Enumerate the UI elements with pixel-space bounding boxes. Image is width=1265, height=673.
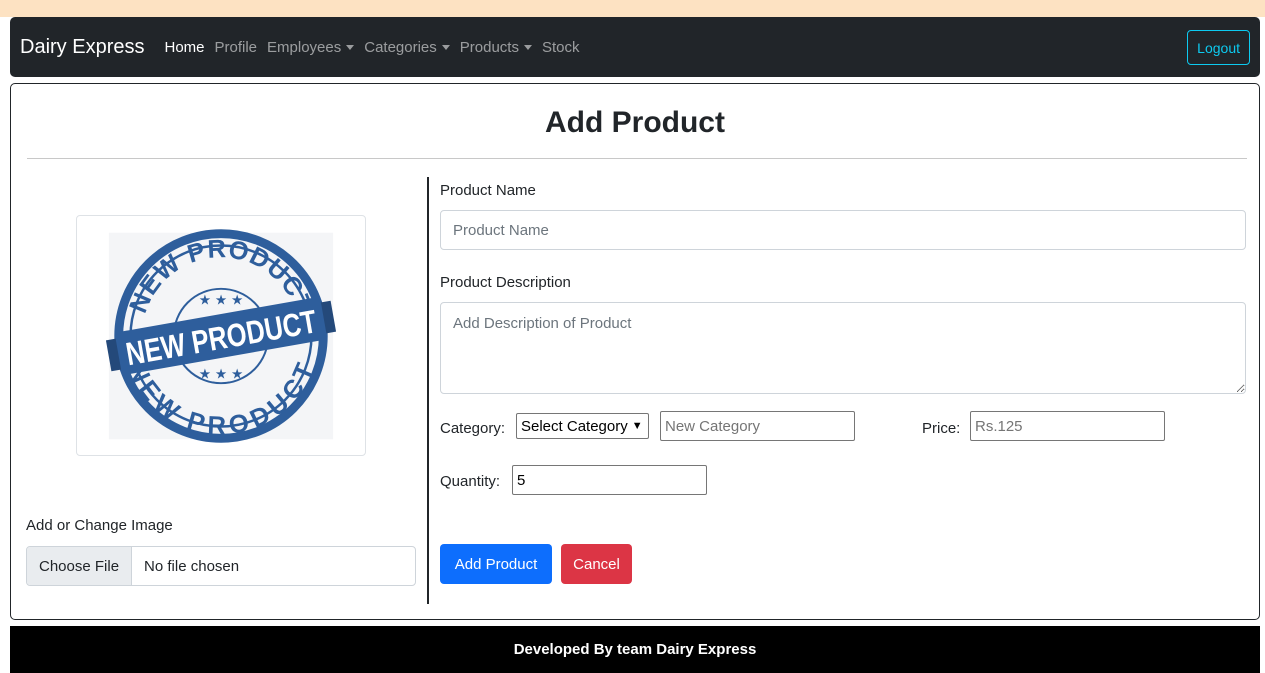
logout-button[interactable]: Logout bbox=[1187, 30, 1250, 65]
caret-down-icon bbox=[441, 44, 450, 50]
column-divider bbox=[427, 177, 429, 604]
product-name-input[interactable] bbox=[440, 210, 1246, 250]
product-description-label: Product Description bbox=[440, 274, 571, 291]
svg-text:★ ★ ★: ★ ★ ★ bbox=[199, 366, 244, 381]
nav-label: Employees bbox=[267, 38, 342, 56]
nav-label: Profile bbox=[214, 38, 258, 56]
image-file-input[interactable]: Choose File No file chosen bbox=[26, 546, 416, 586]
brand-logo[interactable]: Dairy Express bbox=[20, 36, 144, 59]
cancel-button[interactable]: Cancel bbox=[561, 544, 632, 584]
quantity-input[interactable] bbox=[512, 465, 707, 495]
nav-link-stock[interactable]: Stock bbox=[542, 39, 580, 56]
nav-label: Categories bbox=[364, 38, 437, 56]
product-image-preview: NEW PRODUCT NEW PRODUCT ★ ★ ★ ★ ★ ★ NEW … bbox=[76, 215, 366, 456]
caret-down-icon bbox=[346, 44, 355, 50]
page-title: Add Product bbox=[545, 106, 725, 139]
chevron-down-icon: ▼ bbox=[631, 420, 643, 432]
navbar: Dairy Express Home Profile Employees Cat… bbox=[10, 17, 1260, 77]
product-description-textarea[interactable] bbox=[440, 302, 1246, 394]
nav-dropdown-employees[interactable]: Employees bbox=[267, 38, 355, 56]
category-label: Category: bbox=[440, 420, 506, 437]
footer: Developed By team Dairy Express bbox=[10, 626, 1260, 673]
quantity-label: Quantity: bbox=[440, 473, 501, 490]
add-product-button[interactable]: Add Product bbox=[440, 544, 552, 584]
nav-link-profile[interactable]: Profile bbox=[215, 39, 258, 56]
top-strip bbox=[0, 0, 1265, 17]
nav-dropdown-products[interactable]: Products bbox=[460, 39, 532, 56]
image-field-label: Add or Change Image bbox=[26, 517, 173, 534]
category-selected-value: Select Category bbox=[521, 417, 628, 435]
nav-dropdown-categories[interactable]: Categories bbox=[364, 39, 450, 56]
nav-label: Stock bbox=[541, 38, 580, 56]
footer-text: Developed By team Dairy Express bbox=[513, 641, 757, 658]
nav-links: Home Profile Employees Categories Produc… bbox=[164, 39, 579, 56]
product-name-label: Product Name bbox=[440, 182, 536, 199]
nav-link-home[interactable]: Home bbox=[164, 39, 204, 56]
add-product-card: Add Product NEW PRODUCT NEW PRODUCT ★ ★ … bbox=[10, 83, 1260, 620]
new-category-input[interactable] bbox=[660, 411, 855, 441]
svg-text:★ ★ ★: ★ ★ ★ bbox=[199, 292, 244, 307]
file-status-text: No file chosen bbox=[144, 557, 240, 575]
price-input[interactable] bbox=[970, 411, 1165, 441]
caret-down-icon bbox=[523, 44, 532, 50]
new-product-badge-icon: NEW PRODUCT NEW PRODUCT ★ ★ ★ ★ ★ ★ NEW … bbox=[105, 228, 337, 443]
title-divider bbox=[27, 158, 1247, 159]
price-label: Price: bbox=[922, 420, 961, 437]
nav-label: Products bbox=[459, 38, 519, 56]
category-select[interactable]: Select Category ▼ bbox=[516, 413, 649, 439]
choose-file-button[interactable]: Choose File bbox=[27, 547, 133, 585]
nav-label: Home bbox=[164, 38, 205, 56]
